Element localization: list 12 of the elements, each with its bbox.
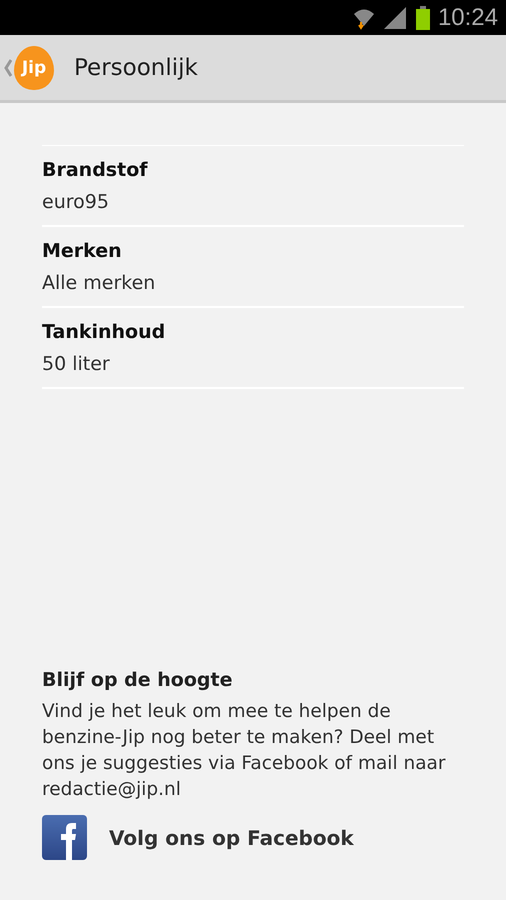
screen-title: Persoonlijk: [74, 54, 198, 80]
facebook-link[interactable]: Volg ons op Facebook: [42, 815, 464, 860]
section-heading: Blijf op de hoogte: [42, 669, 234, 691]
info-paragraph: Vind je het leuk om mee te helpen de benzine-Jip nog beter te maken? Deel met ons je suggesties via Facebook of mail naar redactie@jip.nl: [42, 700, 446, 802]
battery-icon: [416, 6, 430, 30]
setting-item[interactable]: Merken Alle merken: [42, 227, 464, 308]
back-icon: [4, 58, 12, 76]
setting-item[interactable]: Brandstof euro95: [42, 146, 464, 227]
signal-icon: [384, 6, 408, 28]
setting-item[interactable]: Tankinhoud 50 liter: [42, 308, 464, 389]
facebook-icon: [42, 815, 87, 860]
clock-time: 10:24: [438, 4, 498, 32]
